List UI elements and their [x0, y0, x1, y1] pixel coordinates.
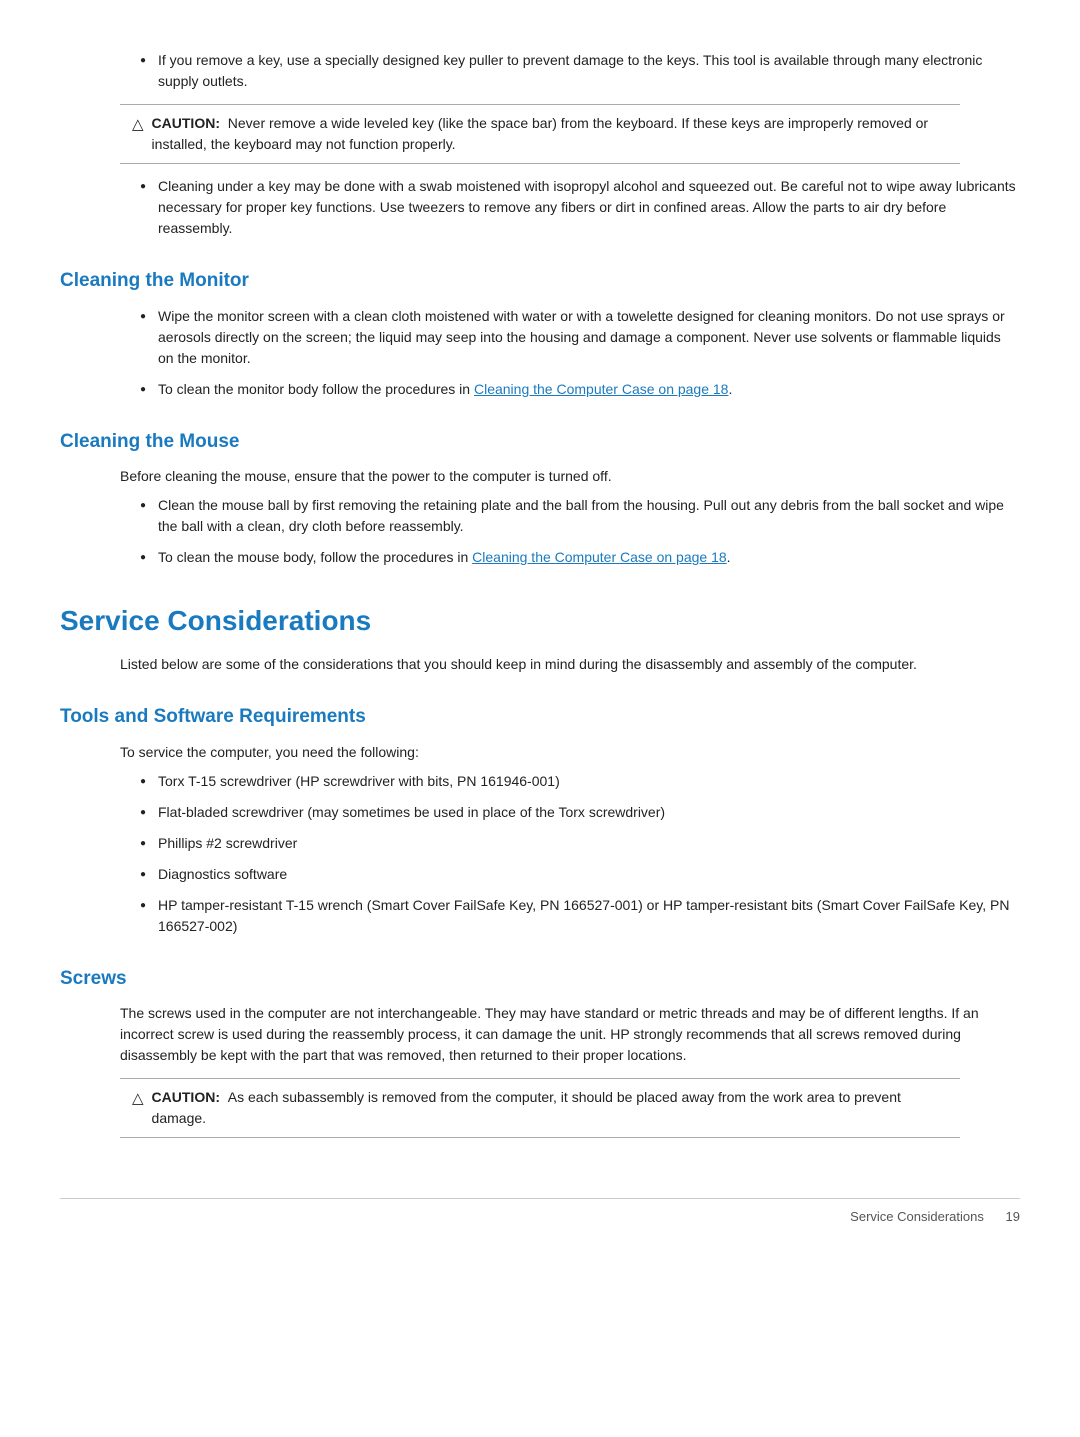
- caution-box-1: △ CAUTION: Never remove a wide leveled k…: [120, 104, 960, 164]
- tools-bullet-1: Torx T-15 screwdriver (HP screwdriver wi…: [140, 771, 1020, 792]
- monitor-case-link[interactable]: Cleaning the Computer Case on page 18: [474, 381, 729, 397]
- tools-intro: To service the computer, you need the fo…: [120, 742, 1020, 763]
- caution-text-2: As each subassembly is removed from the …: [152, 1089, 901, 1126]
- page-footer: Service Considerations 19: [60, 1198, 1020, 1227]
- tools-bullet-4: Diagnostics software: [140, 864, 1020, 885]
- mouse-bullet-2: To clean the mouse body, follow the proc…: [140, 547, 1020, 568]
- caution-icon-2: △: [132, 1088, 144, 1111]
- tools-bullet-3: Phillips #2 screwdriver: [140, 833, 1020, 854]
- intro-bullet-1: If you remove a key, use a specially des…: [140, 50, 1020, 92]
- service-considerations-heading: Service Considerations: [60, 600, 1020, 642]
- screws-body: The screws used in the computer are not …: [120, 1003, 1020, 1066]
- tools-list: Torx T-15 screwdriver (HP screwdriver wi…: [140, 771, 1020, 937]
- tools-bullet-2: Flat-bladed screwdriver (may sometimes b…: [140, 802, 1020, 823]
- monitor-bullet-2: To clean the monitor body follow the pro…: [140, 379, 1020, 400]
- screws-heading: Screws: [60, 965, 1020, 994]
- caution-icon-1: △: [132, 114, 144, 137]
- intro-bullet-2: Cleaning under a key may be done with a …: [140, 176, 1020, 239]
- tools-bullet-5: HP tamper-resistant T-15 wrench (Smart C…: [140, 895, 1020, 937]
- footer-text: Service Considerations: [850, 1209, 984, 1224]
- caution-label-1: CAUTION:: [152, 115, 220, 131]
- service-considerations-intro: Listed below are some of the considerati…: [120, 654, 1020, 675]
- cleaning-mouse-heading: Cleaning the Mouse: [60, 428, 1020, 457]
- caution-text-1: Never remove a wide leveled key (like th…: [152, 115, 929, 152]
- caution-label-2: CAUTION:: [152, 1089, 220, 1105]
- mouse-case-link[interactable]: Cleaning the Computer Case on page 18: [472, 549, 727, 565]
- tools-software-heading: Tools and Software Requirements: [60, 703, 1020, 732]
- footer-page: 19: [1006, 1209, 1020, 1224]
- monitor-bullet-1: Wipe the monitor screen with a clean clo…: [140, 306, 1020, 369]
- mouse-bullet-1: Clean the mouse ball by first removing t…: [140, 495, 1020, 537]
- caution-box-2: △ CAUTION: As each subassembly is remove…: [120, 1078, 960, 1138]
- cleaning-monitor-heading: Cleaning the Monitor: [60, 267, 1020, 296]
- mouse-intro: Before cleaning the mouse, ensure that t…: [120, 466, 1020, 487]
